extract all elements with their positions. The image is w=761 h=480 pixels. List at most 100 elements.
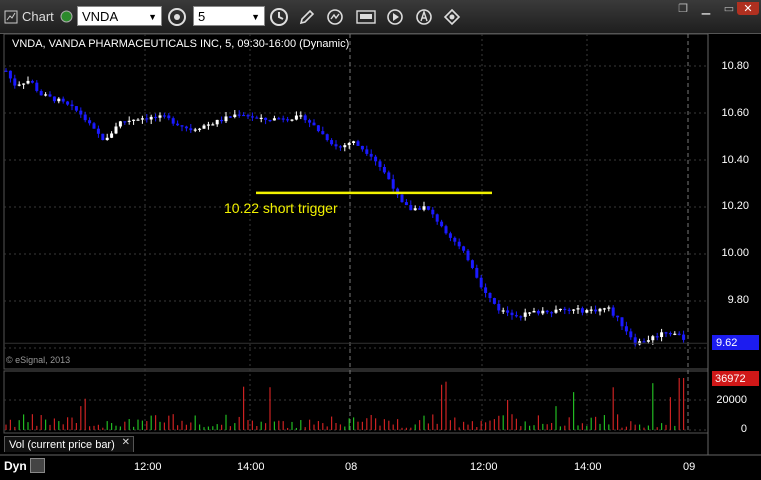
candle-body — [264, 117, 268, 120]
candle-body — [334, 144, 338, 147]
candle-body — [149, 116, 153, 120]
candle-body — [506, 310, 510, 313]
candle-body — [250, 116, 254, 118]
calendar-icon[interactable] — [30, 458, 45, 473]
candle-body — [655, 336, 659, 338]
candle-body — [308, 120, 312, 123]
candle-body — [629, 331, 633, 338]
price-chart[interactable] — [0, 0, 761, 480]
candle-body — [431, 209, 435, 215]
last-volume-badge: 36972 — [712, 371, 759, 386]
candle-body — [162, 115, 166, 117]
candle-body — [558, 308, 562, 311]
candle-body — [360, 145, 364, 150]
candle-body — [13, 78, 17, 86]
candle-body — [321, 131, 325, 135]
candle-body — [607, 307, 611, 309]
candle-body — [668, 333, 672, 335]
candle-body — [369, 153, 373, 157]
candle-body — [365, 149, 369, 154]
candle-body — [484, 287, 488, 293]
candle-body — [572, 309, 576, 311]
candle-body — [189, 128, 193, 131]
candle-body — [545, 310, 549, 313]
candle-body — [4, 70, 8, 72]
candle-body — [74, 106, 78, 111]
candle-body — [17, 84, 21, 86]
candle-body — [255, 117, 259, 119]
candle-body — [325, 134, 329, 141]
candle-body — [448, 233, 452, 238]
candle-body — [110, 133, 114, 138]
candle-body — [127, 120, 131, 122]
candle-body — [616, 315, 620, 318]
candle-body — [457, 241, 461, 247]
candle-body — [88, 120, 92, 124]
candle-body — [299, 115, 303, 117]
candle-body — [682, 334, 686, 340]
volume-study-tab[interactable]: Vol (current price bar) ✕ — [4, 436, 134, 452]
time-axis-label: 14:00 — [574, 461, 602, 473]
candle-body — [488, 292, 492, 299]
candle-body — [79, 110, 83, 115]
candle-body — [105, 137, 109, 141]
candle-body — [611, 307, 615, 316]
candle-body — [22, 83, 26, 85]
candle-body — [39, 90, 43, 96]
candle-body — [52, 96, 56, 102]
candle-body — [180, 125, 184, 127]
candle-body — [501, 310, 505, 312]
candle-body — [660, 332, 664, 338]
candle-body — [426, 206, 430, 210]
candle-body — [510, 312, 514, 316]
candle-body — [96, 128, 100, 134]
candle-body — [237, 114, 241, 116]
candle-body — [602, 308, 606, 310]
candle-body — [470, 260, 474, 268]
candle-body — [400, 194, 404, 203]
candle-body — [246, 115, 250, 117]
price-axis-label: 10.60 — [721, 107, 749, 119]
candle-body — [61, 98, 65, 102]
last-price-badge: 9.62 — [712, 335, 759, 350]
candle-body — [158, 115, 162, 118]
candle-body — [211, 124, 215, 126]
volume-study-label: Vol (current price bar) — [9, 438, 115, 451]
candle-body — [563, 308, 567, 311]
candle-body — [176, 123, 180, 126]
trigger-annotation[interactable]: 10.22 short trigger — [224, 200, 338, 216]
dynamic-mode-label[interactable]: Dyn — [4, 459, 27, 473]
candle-body — [330, 140, 334, 145]
candle-body — [228, 116, 232, 118]
candle-body — [8, 70, 12, 79]
candle-body — [294, 115, 298, 120]
candle-body — [101, 133, 105, 141]
candle-body — [523, 312, 527, 317]
candle-body — [206, 124, 210, 126]
candle-body — [646, 340, 650, 342]
candle-body — [352, 141, 356, 143]
candle-body — [136, 119, 140, 121]
candle-body — [554, 309, 558, 313]
candle-body — [312, 122, 316, 126]
time-axis-label: 14:00 — [237, 461, 265, 473]
candle-body — [343, 145, 347, 148]
time-axis-label: 08 — [345, 461, 358, 473]
candle-body — [453, 237, 457, 242]
close-icon[interactable]: ✕ — [122, 437, 130, 448]
candle-body — [220, 119, 224, 122]
volume-axis-label: 20000 — [716, 394, 747, 406]
candle-body — [171, 118, 175, 124]
copyright: © eSignal, 2013 — [6, 355, 71, 365]
candle-body — [550, 312, 554, 314]
candle-body — [541, 310, 545, 314]
candle-body — [356, 141, 360, 146]
candle-body — [589, 309, 593, 311]
candle-body — [233, 114, 237, 118]
candle-body — [154, 116, 158, 119]
candle-body — [673, 333, 677, 335]
candle-body — [374, 156, 378, 162]
time-axis-label: 12:00 — [134, 461, 162, 473]
volume-pane — [3, 370, 709, 434]
candle-body — [382, 166, 386, 173]
